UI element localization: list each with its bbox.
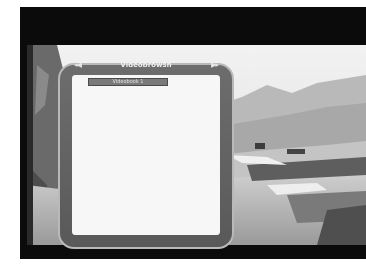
next-arrow-icon[interactable]: ▶▸ [211,61,219,69]
panel-title: Videobrowsh [120,60,172,69]
list-item[interactable]: Videobook 1 [88,78,168,86]
previous-arrow-icon[interactable]: ◂◀ [74,61,82,69]
panel-header: ◂◀ Videobrowsh ▶▸ [74,57,219,73]
tv-screen: ◂◀ Videobrowsh ▶▸ Videobook 1 [20,7,366,259]
video-list: Videobook 1 [72,75,220,235]
video-browser-panel: ◂◀ Videobrowsh ▶▸ Videobook 1 [58,57,234,249]
